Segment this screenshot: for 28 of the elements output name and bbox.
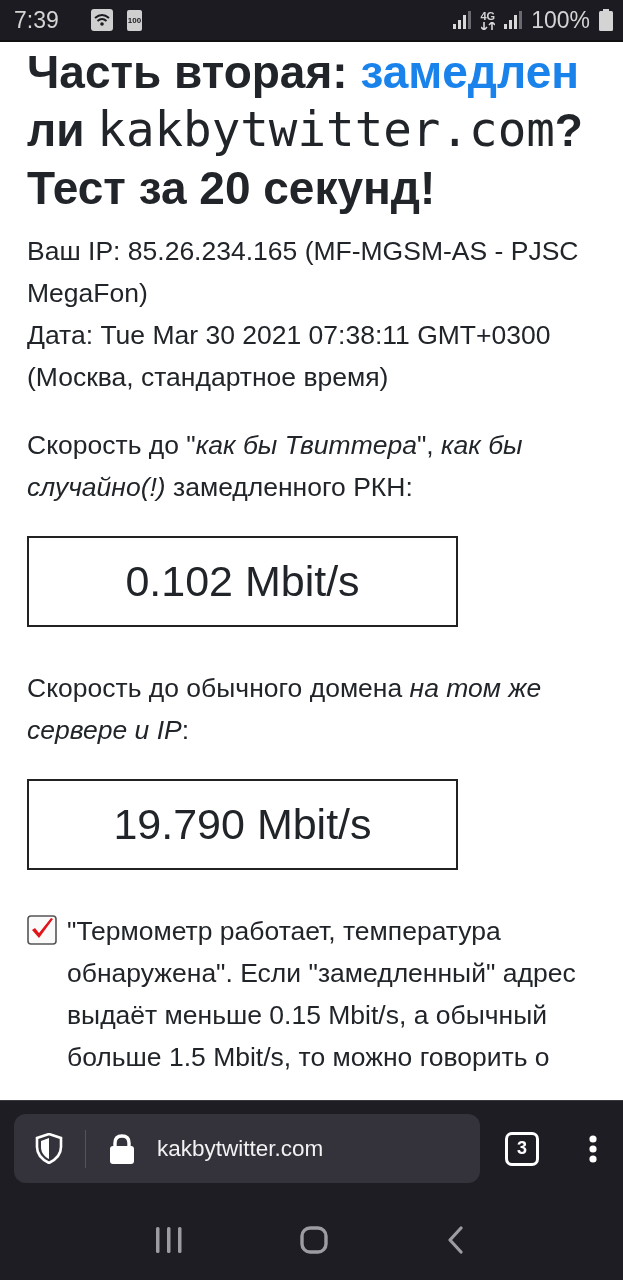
page-heading: Часть вторая: замедлен ли kakbytwitter.com? Тест за 20 секунд! — [27, 45, 584, 216]
battery-notification-icon: 100 — [126, 9, 143, 31]
heading-link[interactable]: замедлен — [360, 46, 580, 98]
signal-icon — [504, 11, 523, 29]
info-line: Дата: Tue Mar 30 2021 07:38:11 GMT+0300 (Москва, стандартное время) — [27, 319, 552, 394]
lock-icon — [109, 1133, 135, 1164]
wifi-icon — [90, 9, 113, 31]
paragraph: Скорость до "как бы Твиттера", как бы случайно(!) замедленного РКН: — [27, 429, 524, 504]
back-icon[interactable] — [446, 1226, 464, 1254]
tab-count-button[interactable]: 3 — [505, 1131, 539, 1166]
battery-percent: 100% — [531, 6, 590, 34]
data-arrows-icon — [480, 21, 495, 30]
address-bar[interactable]: kakbytwitter.com — [14, 1114, 480, 1183]
menu-icon[interactable] — [589, 1134, 597, 1163]
shield-icon[interactable] — [35, 1133, 63, 1164]
paragraph: Скорость до обычного домена на том же сервере и IP: — [27, 672, 543, 747]
battery-icon — [599, 9, 613, 31]
network-type: 4G — [480, 10, 496, 22]
speed-result: 19.790 Mbit/s — [27, 779, 458, 870]
url-text[interactable]: kakbytwitter.com — [157, 1135, 324, 1162]
signal-icon — [453, 11, 472, 29]
paragraph: "Термометр работает, температура обнаружена". Если "замедленный" адрес выдаёт меньше 0.15 Mbit/s, а обычный больше 1.5 Mbit/s, то можно говорить о — [67, 915, 577, 1074]
checked-box-icon — [27, 915, 57, 945]
status-time: 7:39 — [14, 6, 59, 34]
recent-apps-icon[interactable] — [156, 1227, 183, 1253]
info-line: Ваш IP: 85.26.234.165 (MF-MGSM-AS - PJSC MegaFon) — [27, 235, 580, 310]
speed-result: 0.102 Mbit/s — [27, 536, 458, 627]
home-icon[interactable] — [300, 1226, 329, 1254]
